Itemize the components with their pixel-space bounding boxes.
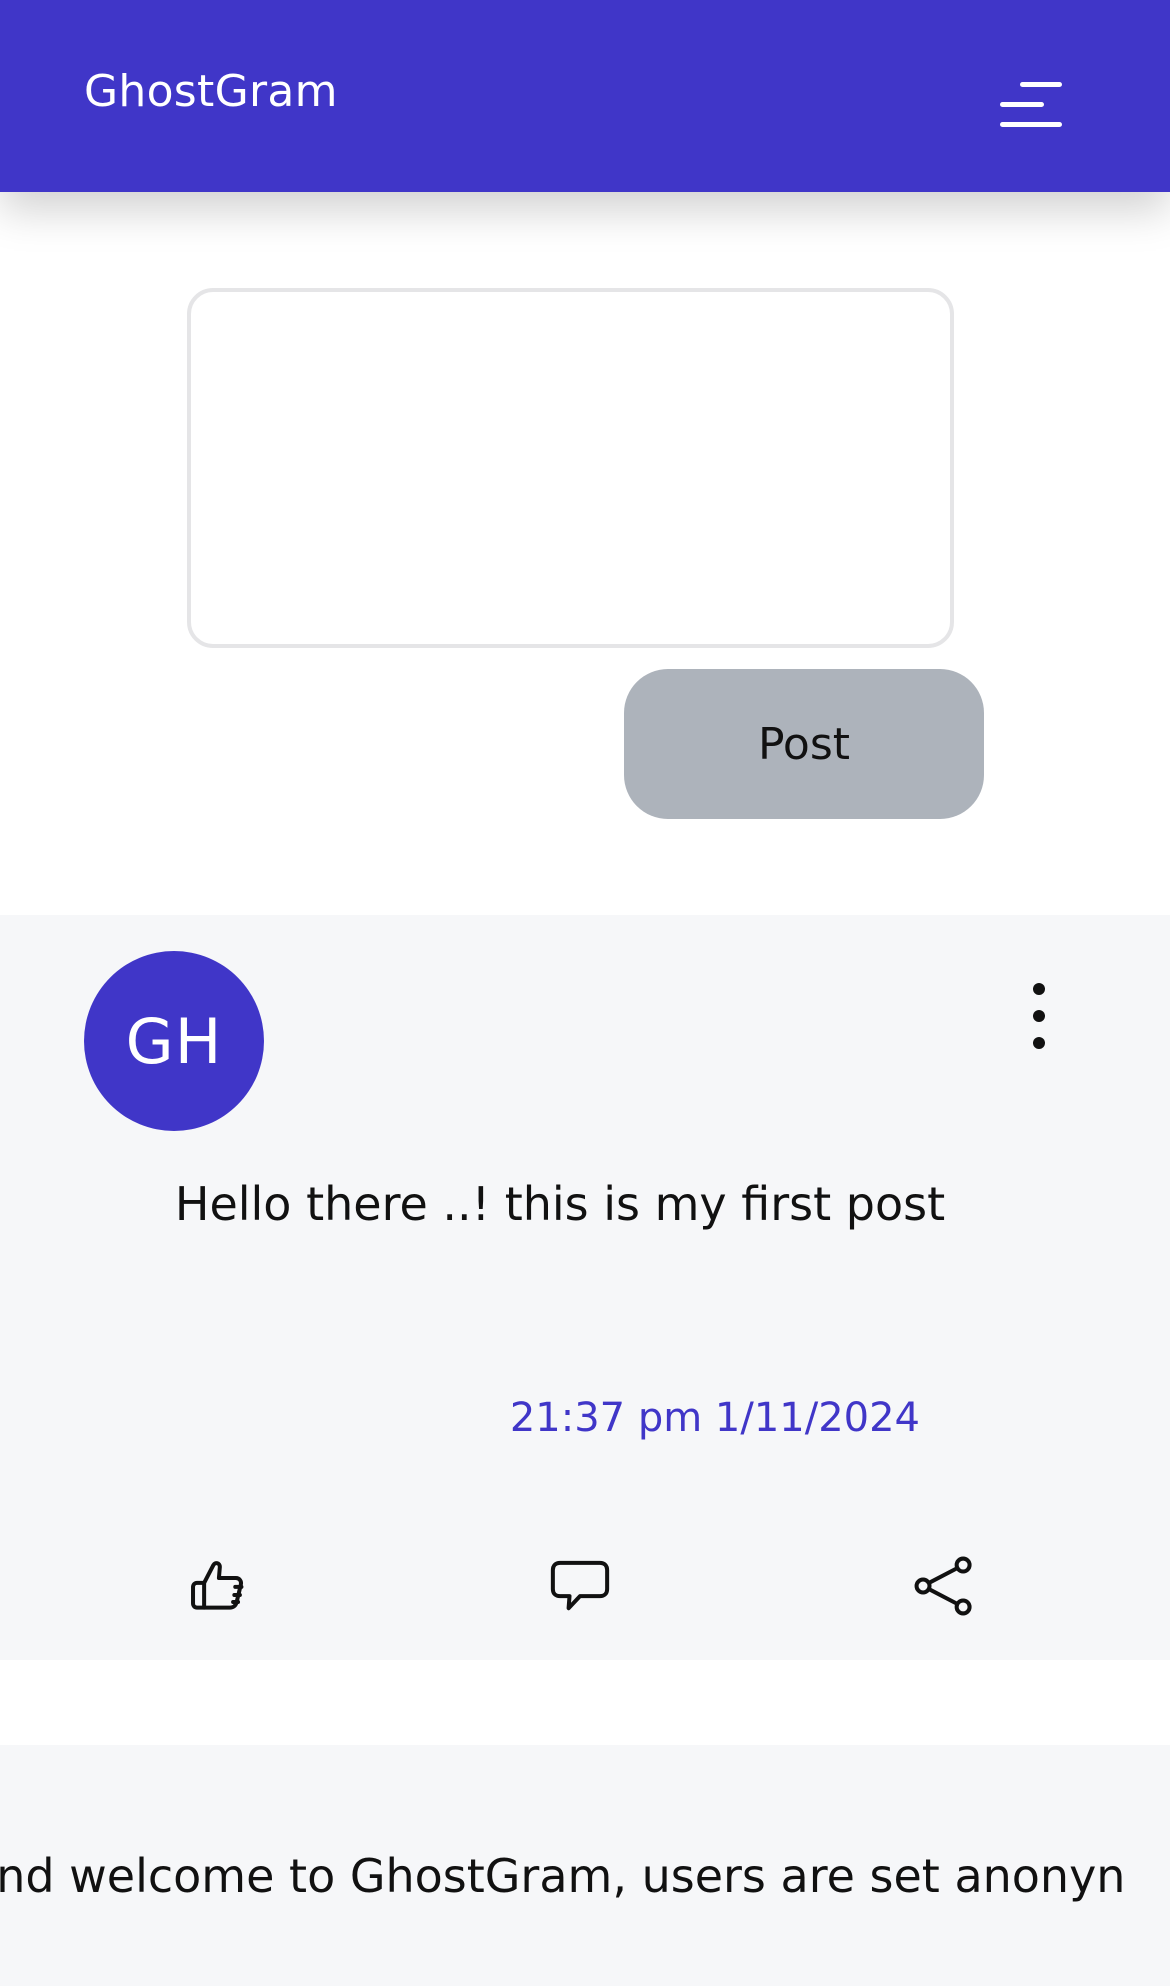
thumbs-up-icon — [191, 1561, 244, 1610]
brand-title[interactable]: GhostGram — [84, 66, 338, 117]
hamburger-menu-icon-line — [1000, 122, 1062, 127]
post-text: and welcome to GhostGram, users are set … — [0, 1849, 1126, 1903]
like-button[interactable] — [181, 1549, 255, 1623]
post-card: and welcome to GhostGram, users are set … — [0, 1745, 1170, 1986]
vertical-dots-icon — [1033, 983, 1045, 995]
post-card: GH Hello there ..! this is my first post… — [0, 915, 1170, 1660]
avatar-initials: GH — [125, 1004, 223, 1078]
vertical-dots-icon-dot — [1033, 1037, 1045, 1049]
post-timestamp: 21:37 pm 1/11/2024 — [509, 1395, 920, 1441]
post-text: Hello there ..! this is my first post — [174, 1177, 946, 1231]
share-button[interactable] — [907, 1549, 981, 1623]
post-composer-input[interactable] — [187, 288, 954, 648]
speech-bubble-icon — [550, 1560, 610, 1611]
avatar[interactable]: GH — [84, 951, 264, 1131]
hamburger-menu-icon — [1020, 82, 1062, 87]
share-icon — [914, 1556, 972, 1616]
comment-button[interactable] — [543, 1549, 617, 1623]
app-header: GhostGram — [0, 0, 1170, 192]
hamburger-menu-icon-line — [1000, 102, 1044, 107]
post-button[interactable]: Post — [624, 669, 984, 819]
menu-button[interactable] — [996, 78, 1066, 130]
more-options-button[interactable] — [1020, 981, 1060, 1051]
vertical-dots-icon-dot — [1033, 1010, 1045, 1022]
